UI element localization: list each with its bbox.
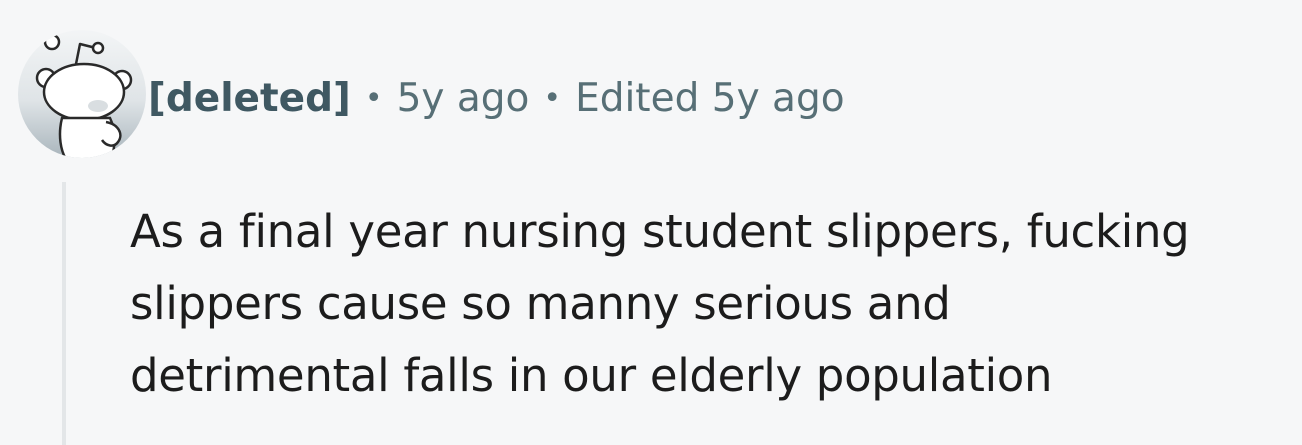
thread-collapse-line[interactable]	[62, 182, 66, 445]
author-name[interactable]: [deleted]	[148, 76, 351, 121]
comment-body-line: slippers cause so manny serious and	[130, 277, 951, 330]
comment-body-line: As a final year nursing student slippers…	[130, 205, 1190, 258]
avatar[interactable]	[18, 30, 146, 158]
snoo-avatar-icon	[18, 30, 146, 158]
edited-label: Edited 5y ago	[575, 75, 845, 121]
posted-time[interactable]: 5y ago	[397, 76, 530, 121]
meta-separator: •	[543, 80, 562, 116]
comment-body-line: detrimental falls in our elderly populat…	[130, 349, 1053, 402]
comment-body: As a final year nursing student slippers…	[130, 196, 1298, 412]
comment-meta: [deleted] • 5y ago • Edited 5y ago	[148, 70, 845, 126]
meta-separator: •	[364, 80, 383, 116]
comment: [deleted] • 5y ago • Edited 5y ago As a …	[0, 0, 1302, 445]
